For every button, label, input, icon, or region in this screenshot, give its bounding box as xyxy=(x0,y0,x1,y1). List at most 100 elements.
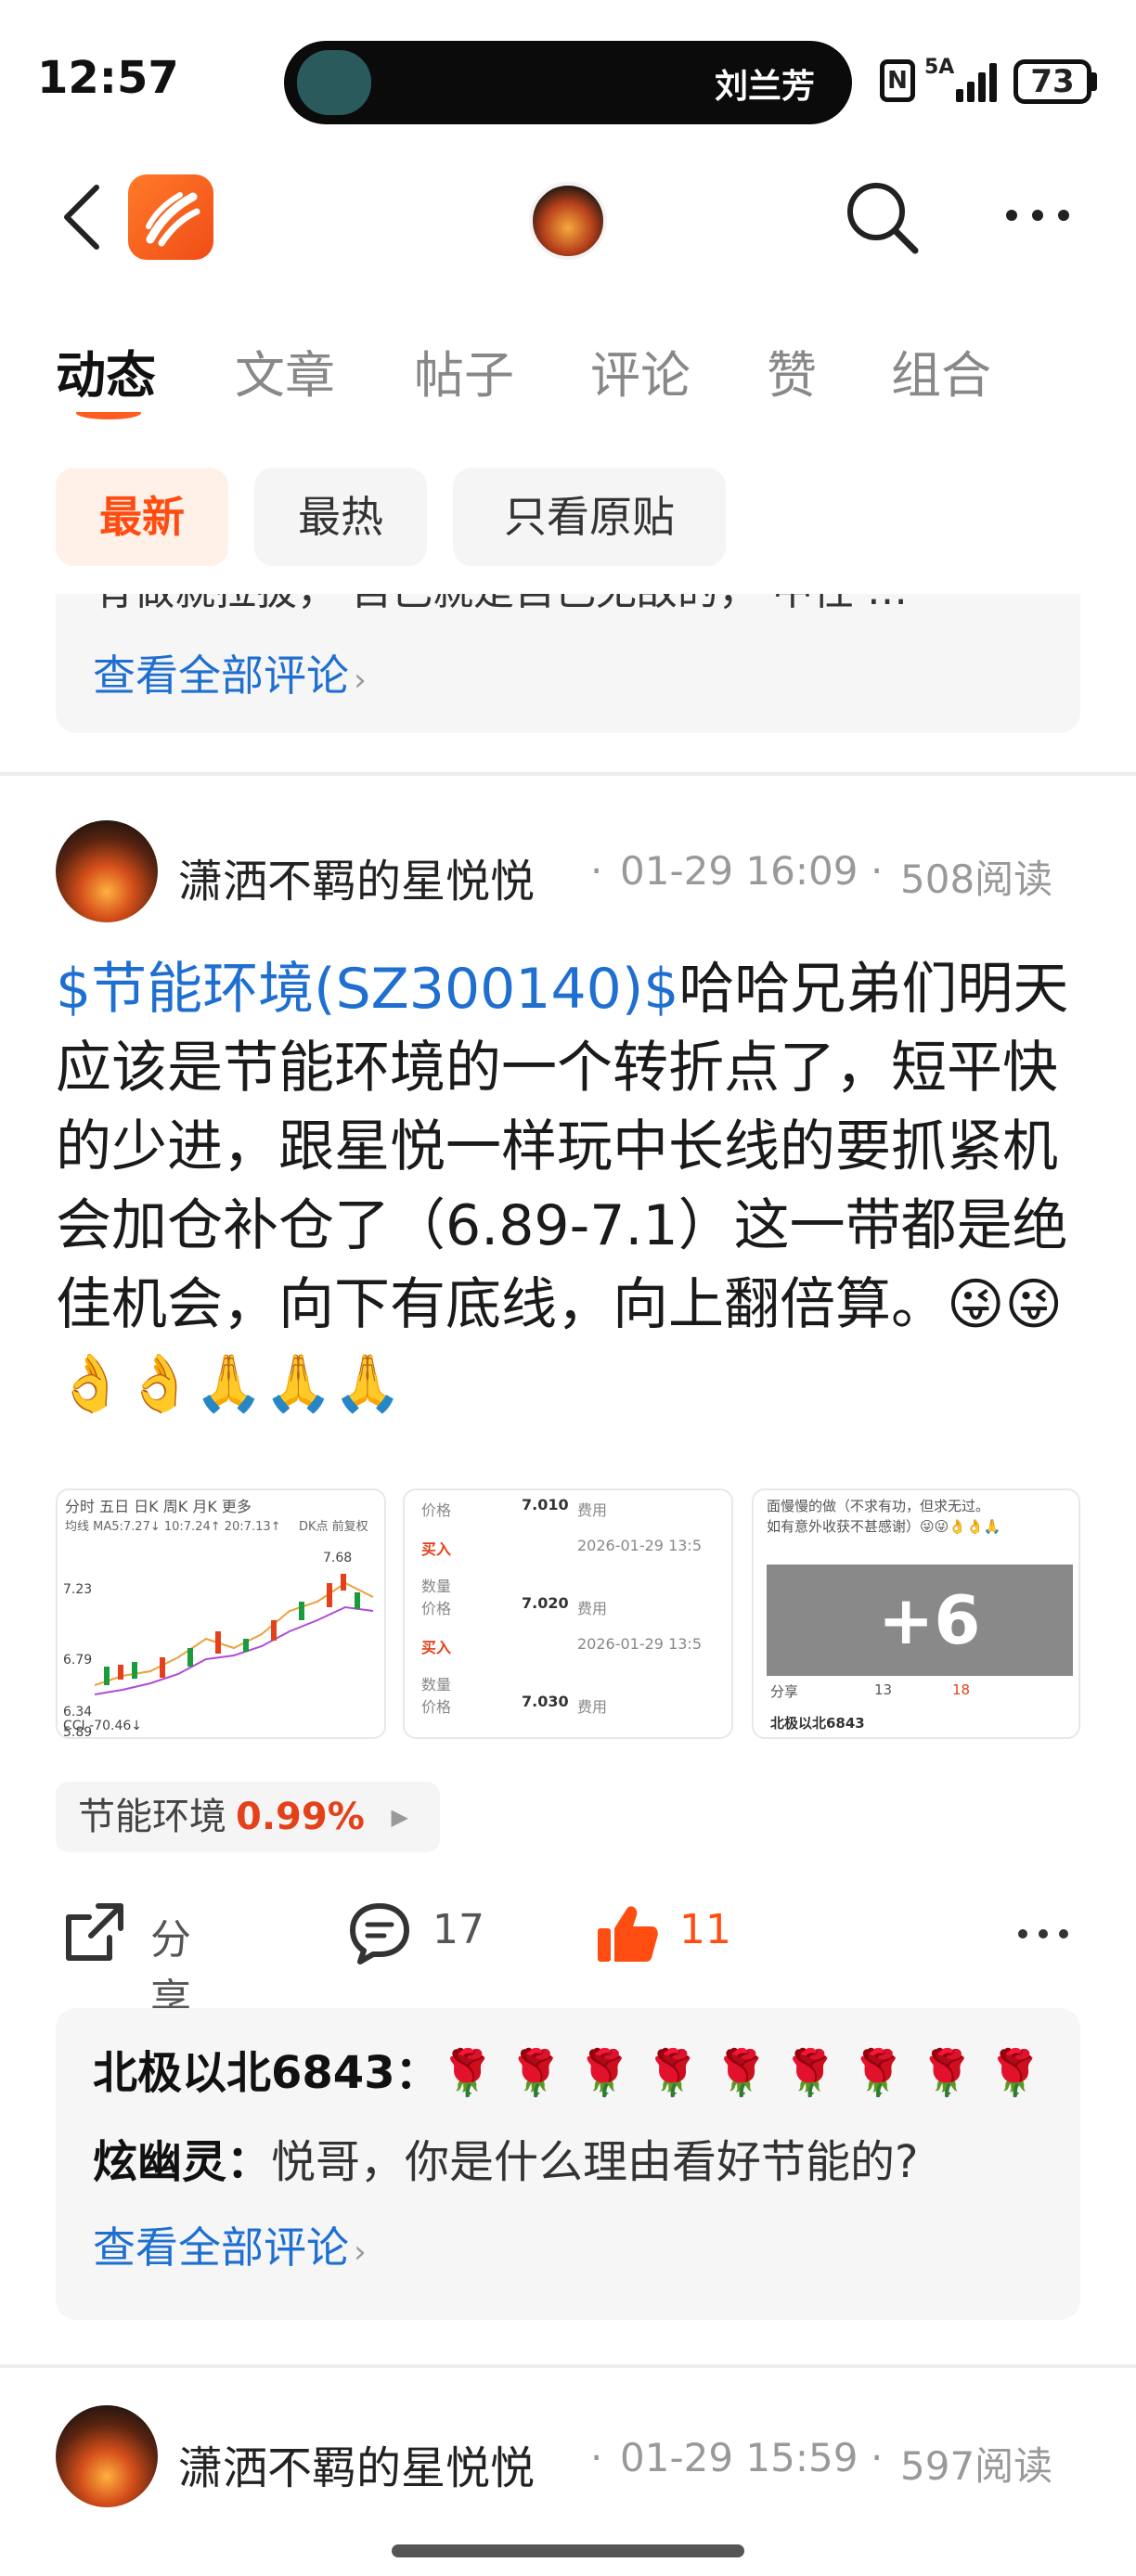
post-date: 01-29 16:09 xyxy=(620,848,858,894)
order-label-price: 价格 xyxy=(421,1501,452,1519)
chart-ma-line: 均线 MA5:7.27↓ 10:7.24↑ 20:7.13↑ xyxy=(65,1520,281,1534)
stock-tag-name: 节能环境 xyxy=(78,1796,226,1838)
signal-icon xyxy=(956,61,1000,102)
dynamic-island[interactable]: 刘兰芳 xyxy=(284,41,852,124)
order-label-fee: 费用 xyxy=(577,1698,608,1716)
back-icon[interactable] xyxy=(56,182,111,252)
order-time-1: 2026-01-29 13:5 xyxy=(577,1537,702,1554)
img3-likes: 18 xyxy=(952,1681,971,1698)
order-label-buy: 买入 xyxy=(421,1540,452,1558)
order-label-qty: 数量 xyxy=(421,1676,452,1694)
author-avatar[interactable] xyxy=(56,820,158,922)
island-now-playing: 刘兰芳 xyxy=(714,68,815,106)
post-image-kline-chart[interactable]: 分时 五日 日K 周K 月K 更多 均线 MA5:7.27↓ 10:7.24↑ … xyxy=(56,1488,386,1739)
filter-hottest[interactable]: 最热 xyxy=(254,468,427,566)
home-indicator[interactable] xyxy=(392,2544,744,2557)
img3-comments: 13 xyxy=(874,1681,893,1698)
triangle-right-icon: ▶ xyxy=(391,1804,408,1830)
filter-original-only[interactable]: 只看原贴 xyxy=(453,468,726,566)
author-avatar[interactable] xyxy=(56,2405,158,2507)
meta-sep: · xyxy=(590,848,603,894)
kline-candles xyxy=(95,1574,374,1695)
stock-tag[interactable]: 节能环境 0.99% ▶ xyxy=(56,1782,440,1852)
order-label-fee: 费用 xyxy=(577,1501,608,1519)
comment-button[interactable]: 17 xyxy=(347,1897,505,1971)
battery-icon: 73 xyxy=(1013,59,1091,104)
order-price-2: 7.020 xyxy=(522,1594,569,1612)
nfc-icon: N xyxy=(880,59,915,102)
stock-ticker-link[interactable]: $节能环境(SZ300140)$ xyxy=(56,957,678,1022)
tab-portfolio[interactable]: 组合 xyxy=(891,334,991,407)
tab-dynamics[interactable]: 动态 xyxy=(56,334,156,407)
comment-user[interactable]: 炫幽灵： xyxy=(93,2136,271,2188)
previous-comment-clipped: 有做就拉拔， 自己就是自己无敌的， 中性 … xyxy=(93,594,908,616)
post-reads: 508阅读 xyxy=(900,857,1053,902)
chart-price-mid2: 6.79 xyxy=(63,1653,93,1668)
filter-latest[interactable]: 最新 xyxy=(56,468,228,566)
header-avatar[interactable] xyxy=(529,182,607,260)
order-price-3: 7.030 xyxy=(522,1693,569,1710)
stock-tag-change: 0.99% xyxy=(236,1796,365,1838)
share-label: 分享 xyxy=(150,1916,191,2023)
comment-preview-box[interactable]: 北极以北6843：🌹🌹🌹🌹🌹🌹🌹🌹🌹 炫幽灵：悦哥，你是什么理由看好节能的? 查… xyxy=(56,2008,1080,2320)
comment-item[interactable]: 北极以北6843：🌹🌹🌹🌹🌹🌹🌹🌹🌹 xyxy=(93,2036,1056,2101)
more-images-count: +6 xyxy=(878,1581,981,1659)
status-time: 12:57 xyxy=(37,52,179,104)
previous-comment-box: 有做就拉拔， 自己就是自己无敌的， 中性 … 查看全部评论 › xyxy=(56,594,1080,733)
order-label-fee: 费用 xyxy=(577,1600,608,1617)
post-body-text: 哈哈兄弟们明天应该是节能环境的一个转折点了，短平快的少进，跟星悦一样玩中长线的要… xyxy=(56,957,1069,1416)
comment-item[interactable]: 炫幽灵：悦哥，你是什么理由看好节能的? xyxy=(93,2125,919,2190)
network-type: 5A xyxy=(924,56,955,79)
chart-cci: CCI -70.46↓ xyxy=(63,1719,142,1733)
chevron-right-icon: › xyxy=(354,2234,367,2271)
app-logo-icon[interactable] xyxy=(128,174,213,260)
order-time-2: 2026-01-29 13:5 xyxy=(577,1635,702,1653)
divider xyxy=(0,772,1136,776)
chart-dk-label: DK点 前复权 xyxy=(299,1520,368,1534)
view-all-comments-link[interactable]: 查看全部评论 › xyxy=(93,642,367,703)
author-name[interactable]: 潇洒不羁的星悦悦 xyxy=(178,2431,535,2496)
search-icon[interactable] xyxy=(841,176,921,256)
post-body[interactable]: $节能环境(SZ300140)$哈哈兄弟们明天应该是节能环境的一个转折点了，短平… xyxy=(56,950,1086,1423)
chevron-right-icon: › xyxy=(354,662,367,699)
comment-text: 悦哥，你是什么理由看好节能的? xyxy=(271,2136,919,2188)
view-all-label: 查看全部评论 xyxy=(93,650,349,701)
share-button[interactable]: 分享 xyxy=(61,1897,228,2023)
order-label-buy: 买入 xyxy=(421,1639,452,1656)
comment-text: 🌹🌹🌹🌹🌹🌹🌹🌹🌹 xyxy=(439,2047,1056,2099)
like-button[interactable]: 11 xyxy=(594,1897,752,1971)
img3-text2: 如有意外收获不甚感谢）😜😜👌👌🙏 xyxy=(767,1518,1001,1535)
meta-sep: · xyxy=(590,2435,603,2480)
comment-user[interactable]: 北极以北6843： xyxy=(93,2047,440,2099)
order-label-price: 价格 xyxy=(421,1600,452,1617)
share-icon xyxy=(66,1903,123,1961)
comment-count: 17 xyxy=(432,1906,484,1953)
img3-text1: 面慢慢的做（不求有功，但求无过。 xyxy=(767,1498,990,1514)
view-all-comments-link[interactable]: 查看全部评论 › xyxy=(93,2214,367,2275)
comment-icon xyxy=(350,1903,409,1964)
order-price-1: 7.010 xyxy=(522,1496,569,1513)
view-all-label: 查看全部评论 xyxy=(93,2222,349,2273)
tab-active-indicator xyxy=(76,406,141,419)
author-name[interactable]: 潇洒不羁的星悦悦 xyxy=(178,844,535,909)
post-image-more[interactable]: 面慢慢的做（不求有功，但求无过。 如有意外收获不甚感谢）😜😜👌👌🙏 +6 分享 … xyxy=(752,1488,1080,1739)
more-icon[interactable] xyxy=(1002,195,1073,236)
meta-sep: · xyxy=(871,848,884,894)
thumbs-up-icon xyxy=(598,1906,658,1962)
tab-comments[interactable]: 评论 xyxy=(590,334,691,407)
post-date: 01-29 15:59 xyxy=(620,2435,858,2480)
img3-inner-image: +6 xyxy=(767,1565,1073,1676)
meta-sep: · xyxy=(871,2435,884,2480)
img3-name: 北极以北6843 xyxy=(770,1715,865,1732)
tab-posts[interactable]: 帖子 xyxy=(414,334,514,407)
order-label-qty: 数量 xyxy=(421,1578,452,1595)
tab-likes[interactable]: 赞 xyxy=(767,334,817,407)
tab-articles[interactable]: 文章 xyxy=(235,334,335,407)
island-media-thumbnail xyxy=(297,50,371,115)
order-label-price: 价格 xyxy=(421,1698,452,1716)
divider xyxy=(0,2364,1136,2368)
chart-price-mid1: 7.23 xyxy=(63,1582,93,1597)
post-image-order-record[interactable]: 价格 7.010 费用 买入 2026-01-29 13:5 数量 价格 7.0… xyxy=(403,1488,733,1739)
post-more-icon[interactable] xyxy=(1015,1923,1071,1945)
battery-tip xyxy=(1091,72,1097,91)
